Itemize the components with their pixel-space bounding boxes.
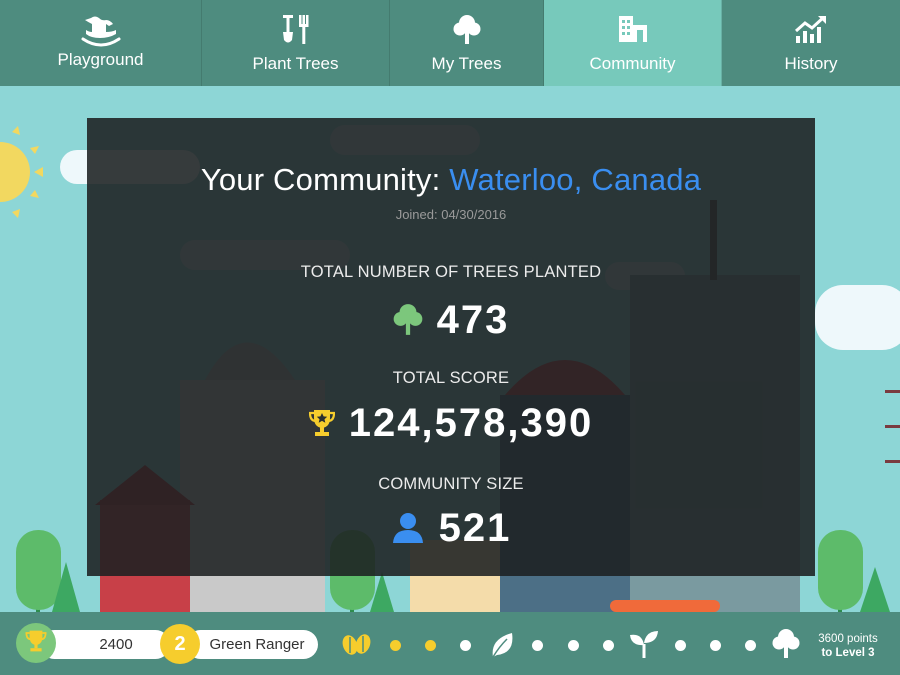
progress-dot-filled [425,640,436,651]
tab-playground[interactable]: Playground [0,0,202,86]
community-size-stat: 521 [87,504,815,552]
points-needed: 3600 points [818,633,878,645]
tab-label: Community [589,54,676,73]
tree-icon [393,303,423,337]
tab-label: Plant Trees [252,54,339,73]
top-nav: Playground Plant Trees My Trees Communit… [0,0,900,86]
garden-tools-icon [281,14,311,51]
progress-dot [568,640,579,651]
joined-date: Joined: 04/30/2016 [395,207,507,222]
total-score-stat: 124,578,390 [87,398,815,448]
tree-icon [453,14,481,51]
progress-dot [460,640,471,651]
progress-dot [532,640,543,651]
next-level-text: to Level 3 [821,647,875,659]
tab-community[interactable]: Community [544,0,722,86]
sprout-icon [628,628,660,665]
progress-dot [603,640,614,651]
progress-dot [745,640,756,651]
sun-icon [0,126,43,218]
level-badge: 2 [160,624,200,664]
total-score-label: TOTAL SCORE [392,369,510,387]
rocking-horse-icon [81,14,121,55]
community-size-value: 521 [438,505,512,550]
rank-label: Green Ranger [186,630,318,659]
progress-dot [710,640,721,651]
tab-label: History [784,54,838,73]
trees-planted-label: TOTAL NUMBER OF TREES PLANTED [300,263,602,281]
progress-dot [675,640,686,651]
tree-right [818,530,890,612]
community-size-label: COMMUNITY SIZE [378,475,524,493]
leaf-icon [490,631,514,664]
trophy-badge [16,623,56,663]
trend-chart-icon [794,14,828,49]
tab-label: My Trees [431,54,502,73]
tab-plant-trees[interactable]: Plant Trees [202,0,390,86]
trophy-icon [25,629,47,658]
trees-planted-value: 473 [436,297,510,342]
seeds-icon [341,631,373,662]
total-score-value: 124,578,390 [348,400,594,445]
tab-history[interactable]: History [722,0,900,86]
progress-dot-filled [390,640,401,651]
tab-my-trees[interactable]: My Trees [390,0,544,86]
trophy-icon [308,408,335,438]
community-panel: Your Community: Waterloo, Canada Joined:… [87,118,815,576]
person-icon [391,512,425,544]
tree-left [16,530,61,612]
page-title: Your Community: Waterloo, Canada [87,162,815,198]
user-score: 2400 [40,630,170,659]
level-progress: 3600 points to Level 3 [808,632,888,660]
trees-planted-stat: 473 [87,296,815,344]
community-location: Waterloo, Canada [449,162,702,197]
title-prefix: Your Community: [200,162,450,197]
buildings-icon [617,14,649,49]
tree-icon [772,628,800,665]
next-level: to Level 3 [808,646,888,660]
